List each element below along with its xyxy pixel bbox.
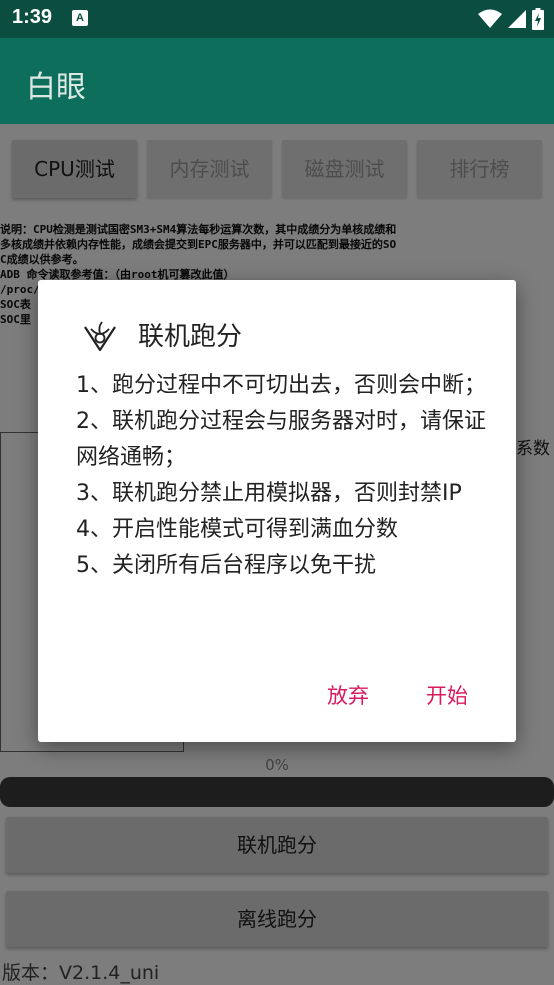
- status-icons: [478, 8, 544, 30]
- dialog-rule-item: 1、跑分过程中不可切出去，否则会中断；: [76, 373, 486, 398]
- signal-icon: [508, 10, 526, 28]
- dialog-rule-item: 4、开启性能模式可得到满血分数: [76, 517, 398, 542]
- app-bar: 白眼: [0, 38, 554, 124]
- start-button[interactable]: 开始: [426, 680, 468, 710]
- wifi-icon: [478, 9, 502, 28]
- dialog-rule-item: 3、联机跑分禁止用模拟器，否则封禁IP: [76, 481, 462, 506]
- app-logo-icon: [84, 321, 116, 352]
- status-time: 1:39: [12, 6, 53, 28]
- notification-icon: A: [72, 10, 88, 26]
- cancel-button[interactable]: 放弃: [327, 680, 369, 710]
- dialog-title: 联机跑分: [138, 322, 243, 352]
- dialog-rule-item: 2、联机跑分过程会与服务器对时，请保证网络通畅；: [76, 409, 486, 470]
- online-run-dialog: 联机跑分 1、跑分过程中不可切出去，否则会中断； 2、联机跑分过程会与服务器对时…: [38, 280, 516, 742]
- app-title: 白眼: [26, 70, 86, 105]
- battery-icon: [532, 8, 544, 30]
- status-bar: 1:39 A: [0, 0, 554, 38]
- dialog-message: 1、跑分过程中不可切出去，否则会中断； 2、联机跑分过程会与服务器对时，请保证网…: [76, 368, 492, 584]
- dialog-rule-item: 5、关闭所有后台程序以免干扰: [76, 553, 376, 578]
